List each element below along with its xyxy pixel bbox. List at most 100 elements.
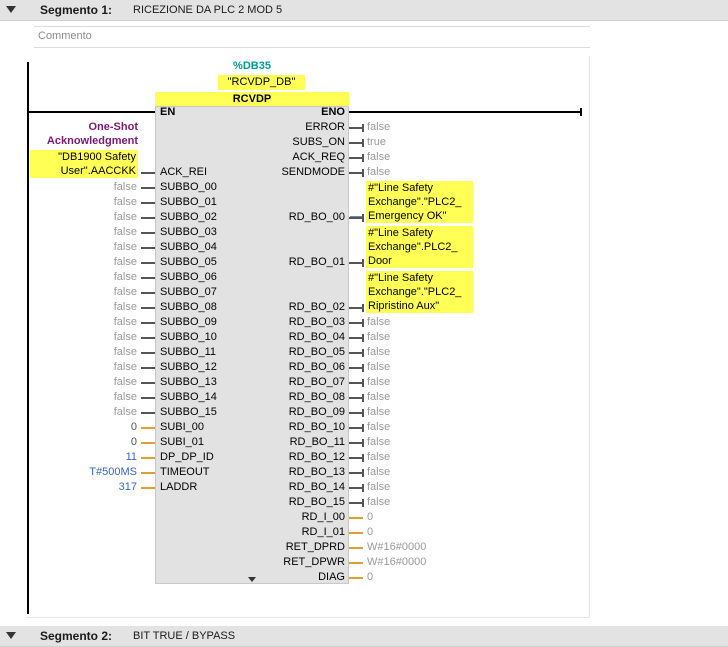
input-value[interactable]: false	[114, 316, 137, 329]
segment-1-comment[interactable]: Commento	[34, 26, 590, 48]
output-operand-rd-bo-02[interactable]: Ripristino Aux"	[366, 299, 473, 313]
output-operand-rd-bo-02[interactable]: Exchange"."PLC2_	[366, 285, 473, 299]
output-value[interactable]: false	[367, 481, 390, 494]
input-wire	[141, 277, 155, 279]
output-pin-rd-bo-15: RD_BO_15	[288, 496, 345, 508]
segment-1-header[interactable]: Segmento 1: RICEZIONE DA PLC 2 MOD 5	[0, 0, 728, 21]
chevron-down-icon[interactable]	[248, 577, 256, 582]
output-wire-end	[362, 409, 364, 417]
output-value[interactable]: false	[367, 166, 390, 179]
output-value[interactable]: false	[367, 151, 390, 164]
output-operand-rd-bo-01[interactable]: Exchange".PLC2_	[366, 240, 473, 254]
output-operand-rd-bo-00[interactable]: #"Line Safety	[366, 181, 473, 195]
output-pin-rd-bo-11: RD_BO_11	[289, 436, 345, 448]
input-value[interactable]: false	[114, 226, 137, 239]
input-wire	[141, 457, 155, 459]
input-wire	[141, 352, 155, 354]
output-value[interactable]: false	[367, 421, 390, 434]
segment-2-header[interactable]: Segmento 2: BIT TRUE / BYPASS	[0, 626, 728, 647]
output-value[interactable]: false	[367, 361, 390, 374]
input-pin-subbo-09: SUBBO_09	[160, 316, 217, 328]
output-pin-sendmode: SENDMODE	[281, 166, 345, 178]
input-value[interactable]: false	[114, 211, 137, 224]
input-wire	[141, 472, 155, 474]
output-value[interactable]: false	[367, 331, 390, 344]
output-value[interactable]: W#16#0000	[367, 541, 426, 554]
output-wire-end	[362, 469, 364, 477]
ack-operand-var-2[interactable]: User".AACCKK	[30, 164, 138, 178]
output-operand-rd-bo-01[interactable]: Door	[366, 254, 473, 268]
output-operand-rd-bo-00[interactable]: Emergency OK"	[366, 209, 473, 223]
power-rail	[27, 62, 29, 614]
input-value[interactable]: 317	[119, 481, 137, 494]
chevron-down-icon[interactable]	[6, 632, 16, 639]
pin-en: EN	[160, 106, 176, 118]
output-value[interactable]: 0	[367, 511, 373, 524]
eno-wire-end	[580, 108, 582, 116]
output-wire-end	[362, 484, 364, 492]
output-wire	[349, 412, 363, 414]
block-type[interactable]: RCVDP	[155, 92, 349, 107]
output-value[interactable]: false	[367, 451, 390, 464]
input-value[interactable]: false	[114, 181, 137, 194]
output-value[interactable]: false	[367, 466, 390, 479]
output-wire	[349, 322, 363, 324]
input-wire	[141, 487, 155, 489]
input-value[interactable]: false	[114, 346, 137, 359]
output-value[interactable]: false	[367, 496, 390, 509]
input-value[interactable]: false	[114, 301, 137, 314]
output-operand-rd-bo-02[interactable]: #"Line Safety	[366, 271, 473, 285]
output-value[interactable]: false	[367, 406, 390, 419]
output-value[interactable]: false	[367, 121, 390, 134]
input-wire	[141, 202, 155, 204]
input-value[interactable]: false	[114, 331, 137, 344]
input-value[interactable]: false	[114, 256, 137, 269]
input-value[interactable]: false	[114, 241, 137, 254]
chevron-down-icon[interactable]	[6, 6, 16, 13]
output-value[interactable]: W#16#0000	[367, 556, 426, 569]
output-value[interactable]: false	[367, 376, 390, 389]
input-wire	[141, 187, 155, 189]
output-wire-end	[362, 379, 364, 387]
output-pin-ret-dpwr: RET_DPWR	[283, 556, 345, 568]
input-value[interactable]: T#500MS	[89, 466, 137, 479]
output-value[interactable]: true	[367, 136, 386, 149]
output-wire	[349, 217, 363, 219]
output-wire-end	[362, 454, 364, 462]
output-pin-rd-bo-14: RD_BO_14	[288, 481, 345, 493]
output-pin-rd-bo-10: RD_BO_10	[288, 421, 345, 433]
input-value[interactable]: false	[114, 286, 137, 299]
segment-1-title[interactable]: RICEZIONE DA PLC 2 MOD 5	[133, 4, 282, 16]
output-wire	[349, 547, 363, 549]
input-value[interactable]: 11	[126, 451, 137, 464]
eno-wire	[349, 111, 582, 113]
input-value[interactable]: false	[114, 406, 137, 419]
input-value[interactable]: false	[114, 196, 137, 209]
output-value[interactable]: false	[367, 436, 390, 449]
output-operand-rd-bo-00[interactable]: Exchange"."PLC2_	[366, 195, 473, 209]
output-wire-end	[362, 394, 364, 402]
db-instance-name[interactable]: "RCVDP_DB"	[218, 75, 305, 90]
ack-operand-var-1[interactable]: "DB1900 Safety	[30, 150, 138, 164]
output-operand-rd-bo-01[interactable]: #"Line Safety	[366, 226, 473, 240]
output-value[interactable]: false	[367, 346, 390, 359]
input-pin-subbo-04: SUBBO_04	[160, 241, 217, 253]
input-pin-subbo-01: SUBBO_01	[160, 196, 217, 208]
output-pin-subs-on: SUBS_ON	[292, 136, 345, 148]
segment-2-title[interactable]: BIT TRUE / BYPASS	[133, 630, 235, 642]
output-pin-rd-bo-05: RD_BO_05	[288, 346, 345, 358]
input-value[interactable]: false	[114, 271, 137, 284]
output-value[interactable]: 0	[367, 526, 373, 539]
input-value[interactable]: 0	[131, 421, 137, 434]
input-value[interactable]: false	[114, 361, 137, 374]
input-value[interactable]: false	[114, 391, 137, 404]
output-wire	[349, 172, 363, 174]
input-value[interactable]: false	[114, 376, 137, 389]
output-wire	[349, 427, 363, 429]
output-value[interactable]: 0	[367, 571, 373, 584]
output-value[interactable]: false	[367, 391, 390, 404]
output-wire	[349, 382, 363, 384]
output-value[interactable]: false	[367, 316, 390, 329]
input-pin-laddr: LADDR	[160, 481, 198, 493]
input-value[interactable]: 0	[131, 436, 137, 449]
